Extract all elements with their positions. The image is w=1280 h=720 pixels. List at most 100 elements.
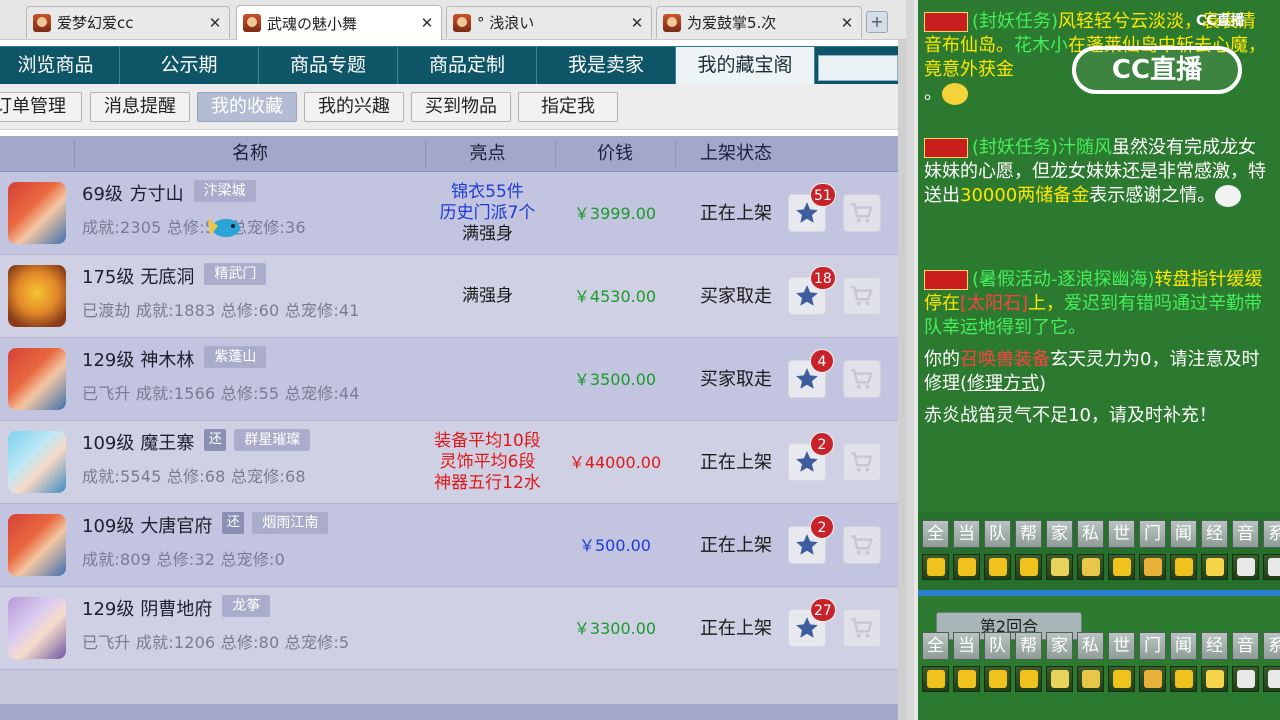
add-to-cart-button[interactable] (843, 277, 881, 315)
browser-tab-4[interactable]: 为爱鼓掌5.次 ✕ (656, 6, 862, 38)
chat-tool-button[interactable] (1077, 554, 1104, 580)
table-row[interactable]: 129级 神木林 紫蓬山 已飞升 成就:1566 总修:55 总宠修:44 ￥3500.… (0, 338, 898, 421)
character-avatar[interactable] (8, 431, 66, 493)
level-school-label: 129级 (82, 350, 135, 371)
chat-tool-button[interactable] (1170, 554, 1197, 580)
channel-button-1[interactable]: 当 (953, 632, 980, 660)
chat-tool-button[interactable] (1263, 554, 1280, 580)
nav-search-box[interactable] (818, 55, 898, 81)
chat-tool-button[interactable] (1015, 666, 1042, 692)
subnav-favorites[interactable]: 我的收藏 (197, 92, 297, 122)
character-avatar[interactable] (8, 182, 66, 244)
channel-button-6[interactable]: 世 (1108, 632, 1135, 660)
table-row[interactable]: 109级 魔王寨还群星璀璨 成就:5545 总修:68 总宠修:68 装备平均10段灵… (0, 421, 898, 504)
chat-player-name[interactable]: 汁随风 (1058, 137, 1112, 158)
close-icon[interactable]: ✕ (839, 14, 855, 32)
chat-tool-button[interactable] (953, 554, 980, 580)
channel-button-2[interactable]: 队 (984, 520, 1011, 548)
close-icon[interactable]: ✕ (419, 14, 435, 32)
add-to-cart-button[interactable] (843, 194, 881, 232)
subnav-interests[interactable]: 我的兴趣 (304, 92, 404, 122)
channel-button-7[interactable]: 门 (1139, 632, 1166, 660)
browser-tab-3[interactable]: ° 浅浪い ✕ (446, 6, 652, 38)
nav-seller[interactable]: 我是卖家 (537, 47, 676, 84)
subnav-assigned[interactable]: 指定我 (518, 92, 618, 122)
chat-item-link[interactable]: 召唤兽装备 (960, 349, 1050, 370)
nav-publicity[interactable]: 公示期 (120, 47, 259, 84)
chat-tool-button[interactable] (922, 666, 949, 692)
character-avatar[interactable] (8, 597, 66, 659)
table-row[interactable]: 69级 方寸山 汴梁城 成就:2305 总修:58 总宠修:36 锦衣55件 历史门派7个… (0, 172, 898, 255)
channel-button-8[interactable]: 闻 (1170, 520, 1197, 548)
channel-button-9[interactable]: 经 (1201, 520, 1228, 548)
chat-tool-button[interactable] (1232, 666, 1259, 692)
add-to-cart-button[interactable] (843, 609, 881, 647)
browser-tab-2[interactable]: 武魂の魅小舞 ✕ (236, 5, 442, 40)
channel-button-3[interactable]: 帮 (1015, 632, 1042, 660)
nav-custom[interactable]: 商品定制 (398, 47, 537, 84)
close-icon[interactable]: ✕ (629, 14, 645, 32)
chat-tool-button[interactable] (1139, 554, 1166, 580)
new-tab-button[interactable]: + (866, 11, 888, 33)
browser-tab-1[interactable]: 爱梦幻爱cc ✕ (26, 6, 230, 38)
table-row[interactable]: 129级 阴曹地府 龙筝 已飞升 成就:1206 总修:80 总宠修:5 ￥3300.0… (0, 587, 898, 670)
close-icon[interactable]: ✕ (207, 14, 223, 32)
channel-button-3[interactable]: 帮 (1015, 520, 1042, 548)
chat-tool-button[interactable] (1015, 554, 1042, 580)
chat-tool-button[interactable] (922, 554, 949, 580)
channel-button-9[interactable]: 经 (1201, 632, 1228, 660)
character-avatar[interactable] (8, 265, 66, 327)
channel-button-0[interactable]: 全 (922, 632, 949, 660)
subnav-orders[interactable]: 订单管理 (0, 92, 82, 122)
channel-button-2[interactable]: 队 (984, 632, 1011, 660)
channel-button-5[interactable]: 私 (1077, 632, 1104, 660)
channel-button-7[interactable]: 门 (1139, 520, 1166, 548)
page-scrollbar[interactable] (898, 40, 906, 720)
nav-browse-goods[interactable]: 浏览商品 (0, 47, 120, 84)
repair-method-link[interactable]: 修理方式 (967, 373, 1039, 394)
nav-my-treasure[interactable]: 我的藏宝阁 (676, 47, 815, 84)
chat-tool-button[interactable] (1170, 666, 1197, 692)
character-avatar[interactable] (8, 514, 66, 576)
chat-item-link[interactable]: [太阳石] (960, 293, 1028, 314)
subnav-purchased[interactable]: 买到物品 (411, 92, 511, 122)
subnav-messages[interactable]: 消息提醒 (90, 92, 190, 122)
chat-tool-button[interactable] (1108, 554, 1135, 580)
chat-message: (暑假活动-逐浪探幽海)转盘指针缓缓停在[太阳石]上，爱迟到有错吗通过辛勤带队幸… (924, 268, 1268, 340)
add-to-cart-button[interactable] (843, 526, 881, 564)
table-row[interactable]: 175级 无底洞 精武门 已渡劫 成就:1883 总修:60 总宠修:41 满强身 ￥45… (0, 255, 898, 338)
add-to-cart-button[interactable] (843, 360, 881, 398)
channel-button-11[interactable]: 系 (1263, 520, 1280, 548)
chat-tool-button[interactable] (1046, 666, 1073, 692)
chat-tool-button[interactable] (1108, 666, 1135, 692)
chat-tool-button[interactable] (1046, 554, 1073, 580)
browser-tab-title: ° 浅浪い (477, 14, 535, 32)
chat-tool-button[interactable] (1201, 554, 1228, 580)
chat-tool-button[interactable] (984, 666, 1011, 692)
channel-button-4[interactable]: 家 (1046, 520, 1073, 548)
channel-button-10[interactable]: 音 (1232, 632, 1259, 660)
add-to-cart-button[interactable] (843, 443, 881, 481)
nav-topics[interactable]: 商品专题 (259, 47, 398, 84)
chat-tool-button[interactable] (1201, 666, 1228, 692)
chat-tool-button[interactable] (953, 666, 980, 692)
grid-icon (1082, 670, 1100, 688)
chat-tool-button[interactable] (1139, 666, 1166, 692)
tab-favicon-icon (243, 14, 261, 32)
table-row[interactable]: 109级 大唐官府还烟雨江南 成就:809 总修:32 总宠修:0 ￥500.00 正在… (0, 504, 898, 587)
channel-button-1[interactable]: 当 (953, 520, 980, 548)
channel-button-0[interactable]: 全 (922, 520, 949, 548)
chat-tool-button[interactable] (1263, 666, 1280, 692)
channel-button-8[interactable]: 闻 (1170, 632, 1197, 660)
level-school-label: 109级 (82, 433, 135, 454)
chat-tool-button[interactable] (984, 554, 1011, 580)
channel-button-10[interactable]: 音 (1232, 520, 1259, 548)
chat-tool-button[interactable] (1232, 554, 1259, 580)
character-avatar[interactable] (8, 348, 66, 410)
channel-button-4[interactable]: 家 (1046, 632, 1073, 660)
channel-button-5[interactable]: 私 (1077, 520, 1104, 548)
chat-player-name[interactable]: 花木小 (1014, 35, 1068, 56)
channel-button-11[interactable]: 系 (1263, 632, 1280, 660)
chat-tool-button[interactable] (1077, 666, 1104, 692)
channel-button-6[interactable]: 世 (1108, 520, 1135, 548)
